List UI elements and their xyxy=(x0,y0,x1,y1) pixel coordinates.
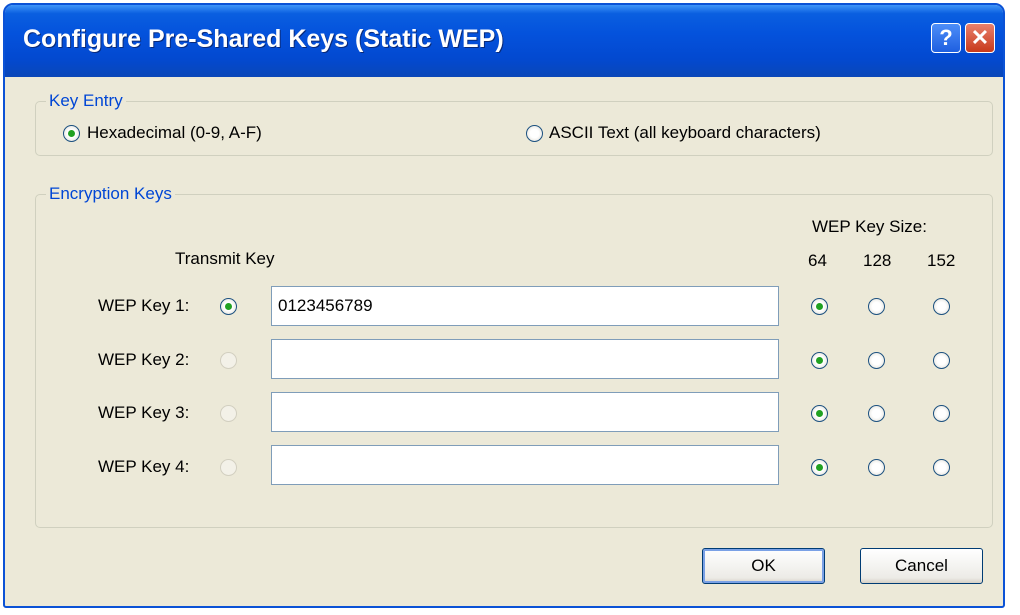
wep-key-2-size-64-radio[interactable] xyxy=(811,352,828,369)
wep-key-2-size-152-radio[interactable] xyxy=(933,352,950,369)
transmit-key-header: Transmit Key xyxy=(175,249,275,268)
wep-key-3-transmit-radio[interactable] xyxy=(220,405,237,422)
wep-key-4-input[interactable] xyxy=(271,445,779,485)
wep-key-size-header: WEP Key Size: xyxy=(812,217,927,236)
wep-key-2-size-128-radio[interactable] xyxy=(868,352,885,369)
dialog-body: Key Entry Hexadecimal (0-9, A-F) ASCII T… xyxy=(5,77,1003,606)
title-bar[interactable]: Configure Pre-Shared Keys (Static WEP) ?… xyxy=(5,5,1003,77)
wep-key-1-input[interactable] xyxy=(271,286,779,326)
wep-key-4-transmit-radio[interactable] xyxy=(220,459,237,476)
key-size-64-header: 64 xyxy=(808,251,827,270)
close-button[interactable]: ✕ xyxy=(965,23,995,53)
hexadecimal-label[interactable]: Hexadecimal (0-9, A-F) xyxy=(87,123,262,143)
ascii-text-radio[interactable] xyxy=(526,125,543,142)
wep-key-4-size-128-radio[interactable] xyxy=(868,459,885,476)
wep-key-1-size-152-radio[interactable] xyxy=(933,298,950,315)
help-button[interactable]: ? xyxy=(931,23,961,53)
wep-key-4-size-152-radio[interactable] xyxy=(933,459,950,476)
wep-key-3-label: WEP Key 3: xyxy=(98,403,190,422)
encryption-keys-legend: Encryption Keys xyxy=(49,184,172,203)
ascii-text-label[interactable]: ASCII Text (all keyboard characters) xyxy=(549,123,821,143)
wep-key-3-size-128-radio[interactable] xyxy=(868,405,885,422)
wep-key-1-size-64-radio[interactable] xyxy=(811,298,828,315)
wep-key-3-size-64-radio[interactable] xyxy=(811,405,828,422)
key-size-128-header: 128 xyxy=(863,251,892,270)
wep-key-1-label: WEP Key 1: xyxy=(98,296,190,315)
wep-key-1-size-128-radio[interactable] xyxy=(868,298,885,315)
wep-key-4-size-64-radio[interactable] xyxy=(811,459,828,476)
ok-button[interactable]: OK xyxy=(702,548,825,584)
dialog-window: Configure Pre-Shared Keys (Static WEP) ?… xyxy=(3,3,1005,608)
key-entry-legend: Key Entry xyxy=(49,91,123,110)
hexadecimal-radio[interactable] xyxy=(63,125,80,142)
wep-key-2-label: WEP Key 2: xyxy=(98,350,190,369)
wep-key-2-input[interactable] xyxy=(271,339,779,379)
cancel-button[interactable]: Cancel xyxy=(860,548,983,584)
wep-key-2-transmit-radio[interactable] xyxy=(220,352,237,369)
wep-key-1-transmit-radio[interactable] xyxy=(220,298,237,315)
wep-key-3-input[interactable] xyxy=(271,392,779,432)
window-title: Configure Pre-Shared Keys (Static WEP) xyxy=(23,25,504,53)
key-size-152-header: 152 xyxy=(927,251,956,270)
wep-key-3-size-152-radio[interactable] xyxy=(933,405,950,422)
wep-key-4-label: WEP Key 4: xyxy=(98,457,190,476)
